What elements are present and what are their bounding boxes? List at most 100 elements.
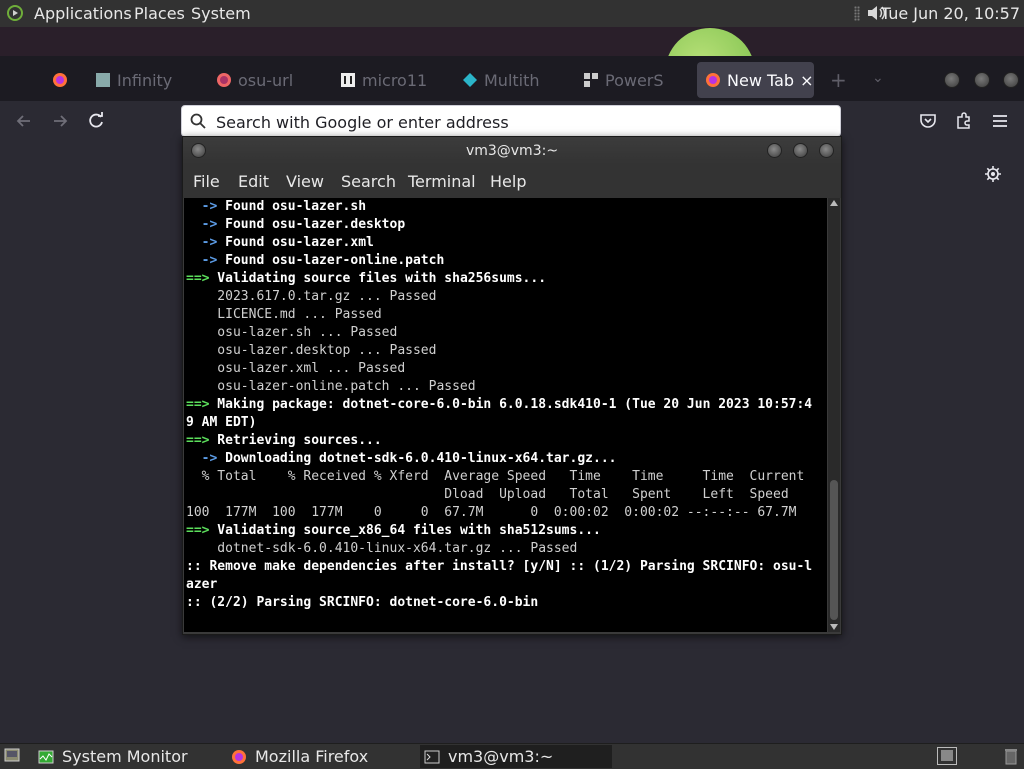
menu-view[interactable]: View bbox=[286, 172, 324, 191]
close-tab-icon[interactable]: × bbox=[800, 71, 813, 90]
terminal-line: ==> Retrieving sources... bbox=[184, 432, 827, 450]
task-firefox[interactable]: Mozilla Firefox bbox=[231, 745, 368, 768]
terminal-text: 9 AM EDT) bbox=[186, 415, 257, 430]
terminal-line: osu-lazer-online.patch ... Passed bbox=[184, 378, 827, 396]
terminal-text: 100 177M 100 177M 0 0 67.7M 0 0:00:02 0:… bbox=[186, 505, 797, 520]
task-terminal[interactable]: vm3@vm3:~ bbox=[420, 745, 612, 768]
desktop-wallpaper bbox=[0, 27, 1024, 57]
clock[interactable]: Tue Jun 20, 10:57 bbox=[881, 4, 1020, 23]
bottom-panel: System Monitor Mozilla Firefox vm3@vm3:~ bbox=[0, 743, 1024, 769]
scroll-thumb[interactable] bbox=[830, 480, 838, 620]
terminal-menubar: File Edit View Search Terminal Help bbox=[183, 164, 841, 198]
system-monitor-icon bbox=[38, 750, 54, 763]
new-tab-button[interactable]: + bbox=[830, 68, 847, 92]
terminal-line: -> Found osu-lazer.desktop bbox=[184, 216, 827, 234]
trash-icon[interactable] bbox=[1003, 747, 1019, 765]
terminal-text: -> bbox=[201, 217, 218, 232]
address-input[interactable] bbox=[214, 110, 818, 134]
terminal-text: Found osu-lazer.sh bbox=[217, 199, 367, 214]
terminal-line: osu-lazer.desktop ... Passed bbox=[184, 342, 827, 360]
gnome-foot-icon[interactable] bbox=[7, 5, 23, 21]
panel-grip bbox=[854, 6, 860, 21]
reload-icon[interactable] bbox=[86, 111, 106, 131]
scroll-up-arrow-icon[interactable] bbox=[830, 200, 838, 206]
menu-search[interactable]: Search bbox=[341, 172, 396, 191]
firefox-icon bbox=[706, 73, 720, 87]
terminal-line: dotnet-sdk-6.0.410-linux-x64.tar.gz ... … bbox=[184, 540, 827, 558]
tab-firefox-pinned[interactable] bbox=[52, 62, 72, 98]
firefox-icon bbox=[232, 749, 246, 764]
tab-infinity[interactable]: Infinity bbox=[95, 62, 195, 98]
terminal-line: osu-lazer.xml ... Passed bbox=[184, 360, 827, 378]
terminal-line: :: (2/2) Parsing SRCINFO: dotnet-core-6.… bbox=[184, 594, 827, 612]
minimize-button[interactable] bbox=[944, 72, 960, 88]
url-bar[interactable] bbox=[181, 105, 841, 137]
tab-bar: Infinity osu-url micro11 Multith PowerS … bbox=[0, 56, 1024, 101]
show-desktop-icon[interactable] bbox=[4, 748, 20, 762]
tab-multith[interactable]: Multith bbox=[462, 62, 562, 98]
terminal-line: ==> Validating source_x86_64 files with … bbox=[184, 522, 827, 540]
terminal-text: dotnet-sdk-6.0.410-linux-x64.tar.gz ... … bbox=[186, 541, 578, 556]
task-label: System Monitor bbox=[62, 747, 188, 766]
terminal-line: -> Found osu-lazer-online.patch bbox=[184, 252, 827, 270]
forward-icon[interactable] bbox=[50, 111, 70, 131]
scroll-down-arrow-icon[interactable] bbox=[830, 624, 838, 630]
tab-list-button[interactable]: ⌄ bbox=[872, 70, 884, 86]
gear-icon[interactable] bbox=[984, 165, 1002, 183]
minimize-button[interactable] bbox=[767, 143, 782, 158]
menu-edit[interactable]: Edit bbox=[238, 172, 269, 191]
hamburger-menu-icon[interactable] bbox=[990, 111, 1010, 131]
applications-menu[interactable]: Applications bbox=[34, 4, 132, 23]
terminal-text: osu-lazer.sh ... Passed bbox=[186, 325, 398, 340]
terminal-line: osu-lazer.sh ... Passed bbox=[184, 324, 827, 342]
terminal-text: osu-lazer.xml ... Passed bbox=[186, 361, 406, 376]
terminal-scrollbar[interactable] bbox=[828, 198, 840, 632]
maximize-button[interactable] bbox=[974, 72, 990, 88]
terminal-line: 9 AM EDT) bbox=[184, 414, 827, 432]
tab-label: PowerS bbox=[605, 70, 664, 90]
tab-micro11[interactable]: micro11 bbox=[340, 62, 440, 98]
tab-new-tab[interactable]: New Tab × bbox=[697, 62, 814, 98]
workspace-1[interactable] bbox=[941, 750, 953, 761]
terminal-line: -> Found osu-lazer.sh bbox=[184, 198, 827, 216]
maximize-button[interactable] bbox=[793, 143, 808, 158]
close-button[interactable] bbox=[819, 143, 834, 158]
page-icon bbox=[584, 73, 598, 87]
menu-file[interactable]: File bbox=[193, 172, 220, 191]
terminal-titlebar[interactable]: vm3@vm3:~ bbox=[183, 137, 841, 164]
pocket-icon[interactable] bbox=[918, 111, 938, 131]
tab-label: micro11 bbox=[362, 70, 428, 90]
terminal-text: -> bbox=[201, 235, 218, 250]
places-menu[interactable]: Places bbox=[134, 4, 185, 23]
extensions-icon[interactable] bbox=[954, 111, 974, 131]
terminal-text: Downloading dotnet-sdk-6.0.410-linux-x64… bbox=[217, 451, 617, 466]
terminal-text: Retrieving sources... bbox=[209, 433, 382, 448]
system-menu[interactable]: System bbox=[191, 4, 251, 23]
tab-osu-url[interactable]: osu-url bbox=[216, 62, 316, 98]
close-window-button[interactable] bbox=[1003, 72, 1019, 88]
firefox-icon bbox=[217, 73, 231, 87]
terminal-text: Validating source files with sha256sums.… bbox=[209, 271, 547, 286]
top-panel: Applications Places System Tue Jun 20, 1… bbox=[0, 0, 1024, 28]
tab-powers[interactable]: PowerS bbox=[583, 62, 678, 98]
terminal-text: ==> bbox=[186, 271, 210, 286]
back-icon[interactable] bbox=[14, 111, 34, 131]
window-menu-button[interactable] bbox=[191, 143, 206, 158]
terminal-text: Found osu-lazer.desktop bbox=[217, 217, 406, 232]
terminal-text: -> bbox=[201, 253, 218, 268]
terminal-text: ==> bbox=[186, 397, 210, 412]
menu-terminal[interactable]: Terminal bbox=[408, 172, 476, 191]
menu-help[interactable]: Help bbox=[490, 172, 526, 191]
terminal-output[interactable]: -> Found osu-lazer.sh -> Found osu-lazer… bbox=[184, 198, 827, 632]
tab-label: Multith bbox=[484, 70, 540, 90]
task-system-monitor[interactable]: System Monitor bbox=[38, 745, 188, 768]
terminal-text: Found osu-lazer-online.patch bbox=[217, 253, 445, 268]
nav-bar bbox=[0, 101, 1024, 141]
terminal-text: -> bbox=[201, 451, 218, 466]
terminal-line: azer bbox=[184, 576, 827, 594]
terminal-text: % Total % Received % Xferd Average Speed… bbox=[186, 469, 805, 484]
tab-label: New Tab bbox=[727, 70, 795, 90]
